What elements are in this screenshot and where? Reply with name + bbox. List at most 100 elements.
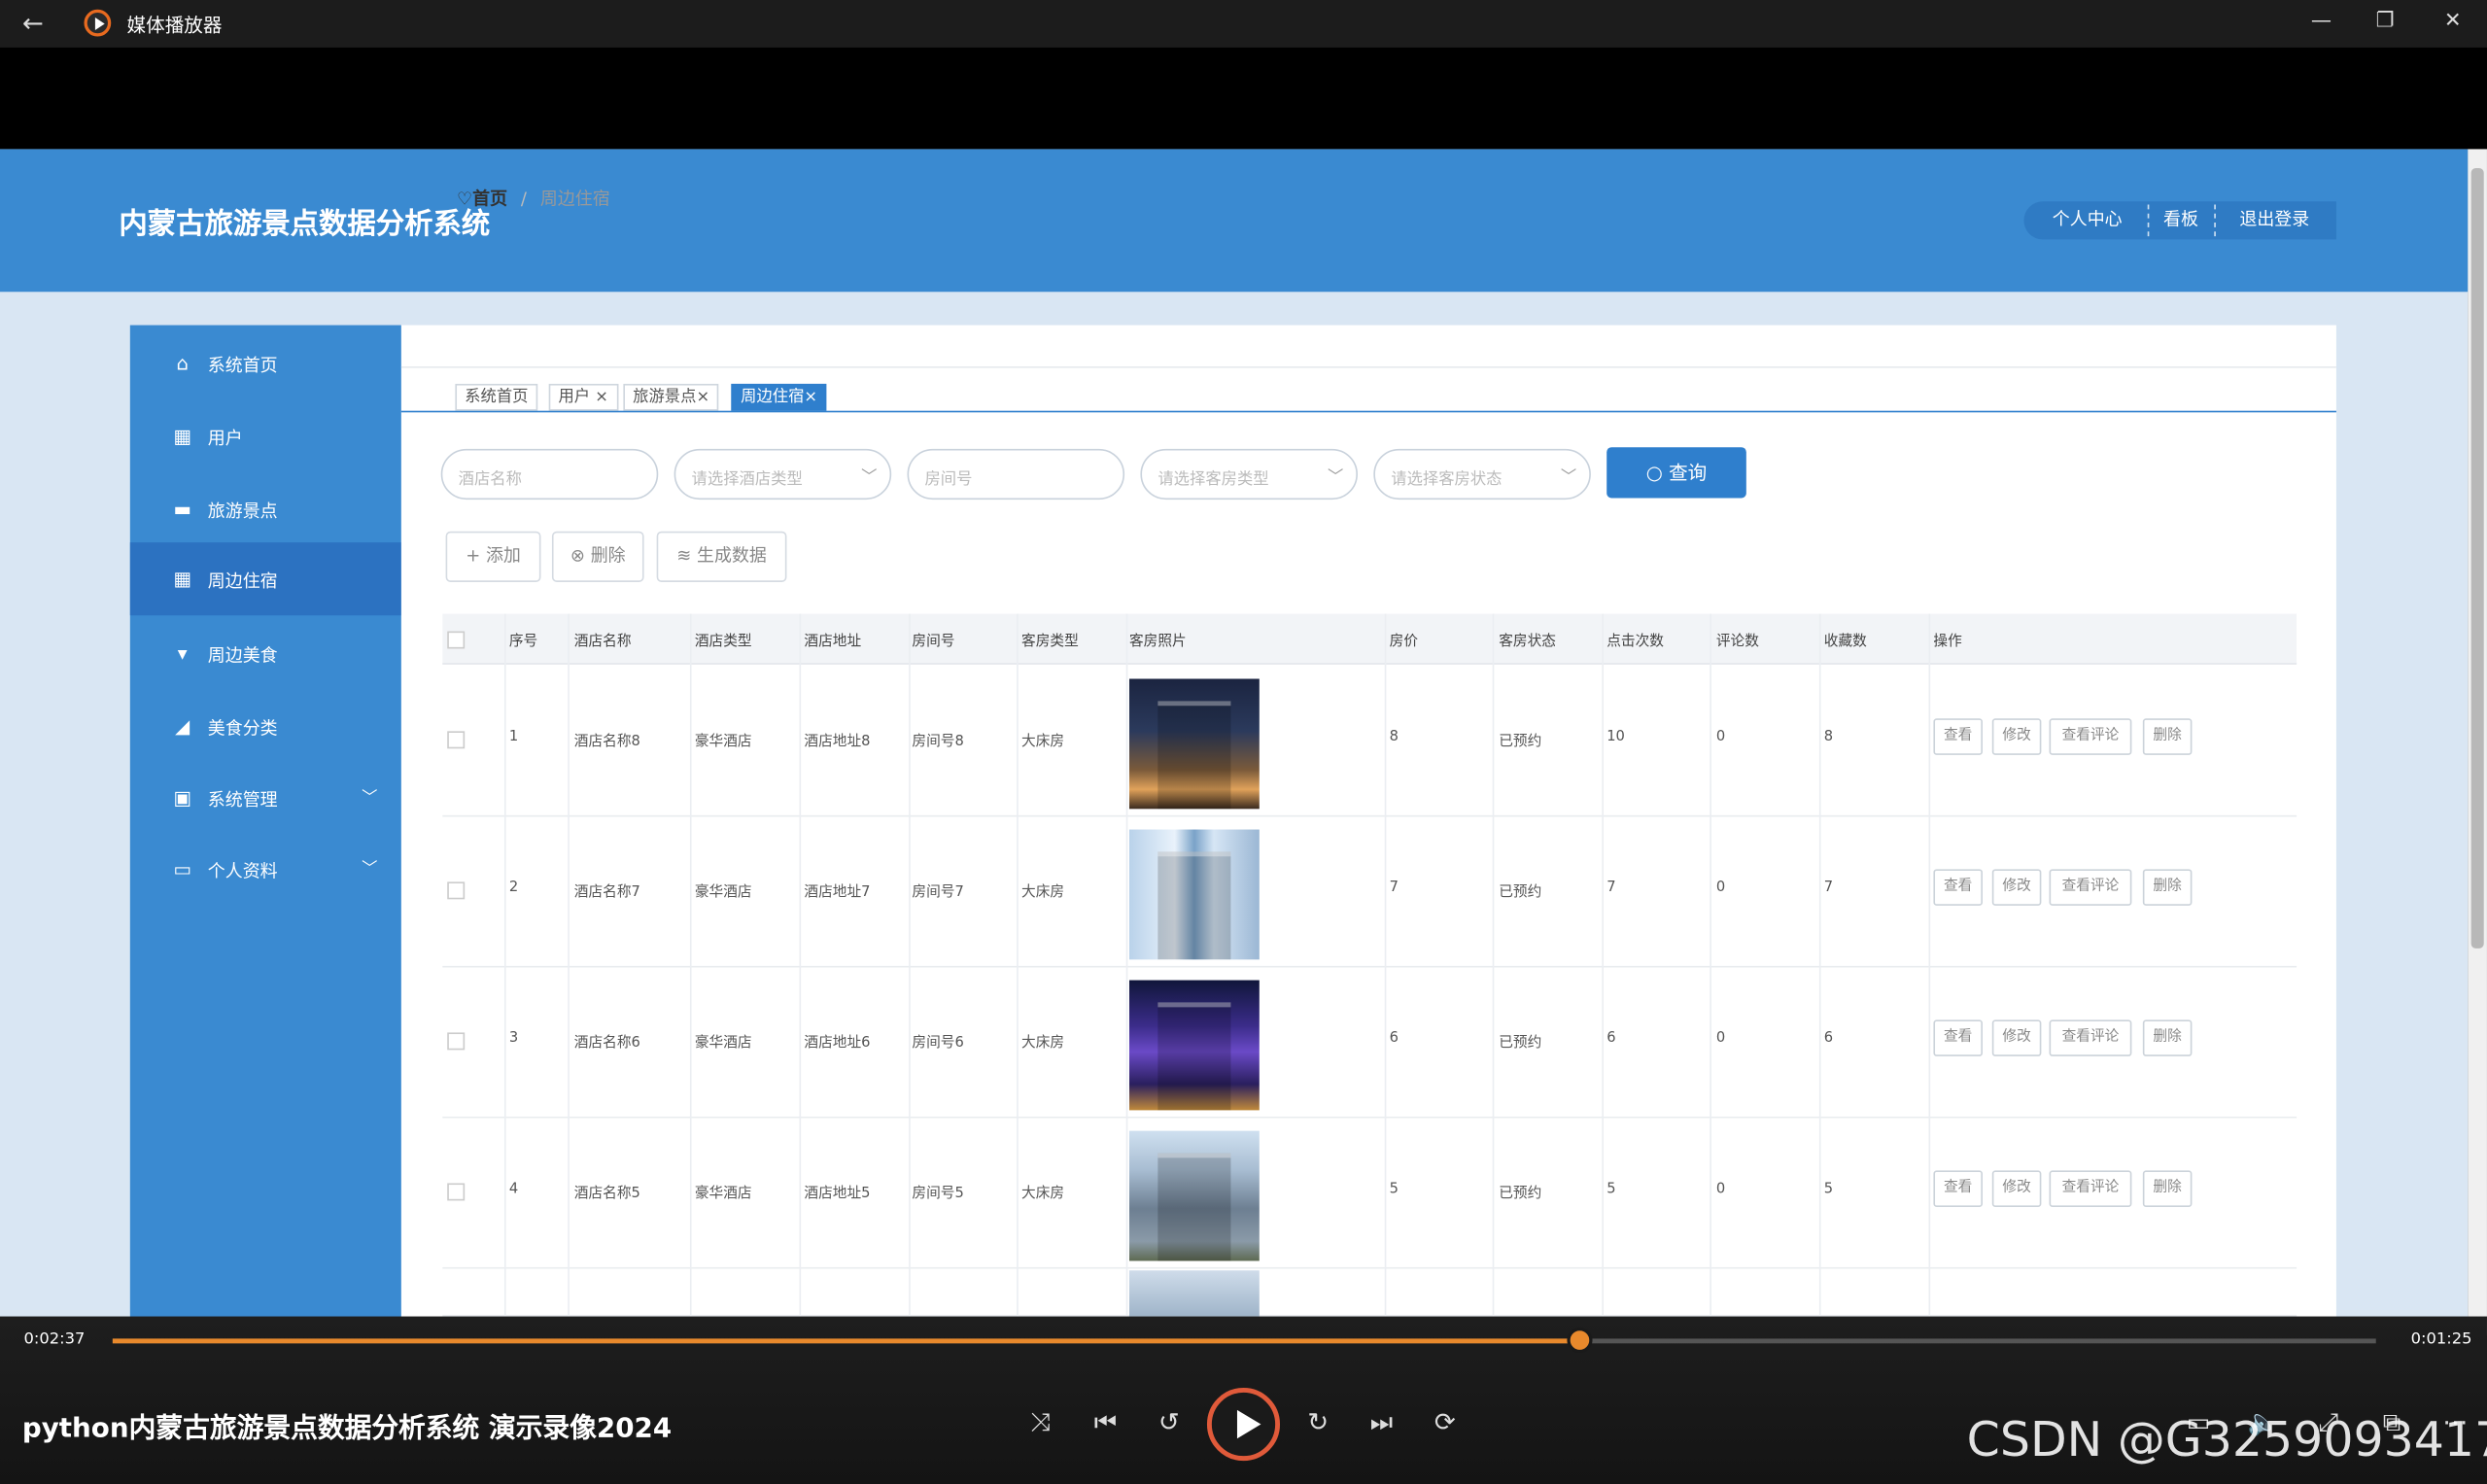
forward-30-icon[interactable]: ↻	[1300, 1407, 1335, 1437]
edit-button[interactable]: 修改	[1991, 1019, 2042, 1056]
current-time: 0:02:37	[23, 1330, 86, 1349]
sidebar-item-system[interactable]: ▣ 系统管理 ﹀	[130, 761, 401, 834]
view-comments-button[interactable]: 查看评论	[2049, 1170, 2132, 1207]
view-comments-button[interactable]: 查看评论	[2049, 1019, 2132, 1056]
table-row	[442, 1268, 2297, 1317]
table-cell-room: 房间号6	[912, 1035, 964, 1053]
column-line	[1492, 613, 1495, 1317]
minimize-icon[interactable]: —	[2311, 10, 2332, 33]
table-cell-type: 豪华酒店	[694, 1035, 752, 1053]
view-button[interactable]: 查看	[1933, 869, 1983, 906]
room-photo[interactable]	[1128, 829, 1260, 960]
edit-button[interactable]: 修改	[1991, 869, 2042, 906]
column-line	[689, 613, 692, 1317]
sidebar-item-food-category[interactable]: ◢ 美食分类	[130, 690, 401, 763]
hotel-type-select[interactable]: 请选择酒店类型 ﹀	[674, 448, 892, 500]
rewind-10-icon[interactable]: ↺	[1152, 1407, 1187, 1437]
sidebar-item-profile[interactable]: ▭ 个人资料 ﹀	[130, 833, 401, 906]
photo-building	[1157, 1153, 1231, 1261]
sidebar-item-food[interactable]: ▾ 周边美食	[130, 617, 401, 690]
close-icon[interactable]: ×	[696, 389, 709, 406]
edit-button[interactable]: 修改	[1991, 1170, 2042, 1207]
delete-row-button[interactable]: 删除	[2142, 1170, 2193, 1207]
table-cell-rtype: 大床房	[1021, 734, 1065, 750]
close-icon[interactable]: ×	[595, 389, 608, 406]
edit-button[interactable]: 修改	[1991, 718, 2042, 755]
query-label: 查询	[1669, 461, 1708, 484]
tab-attractions[interactable]: 旅游景点×	[623, 383, 719, 411]
delete-row-button[interactable]: 删除	[2142, 869, 2193, 906]
shuffle-icon[interactable]: ⤨	[1023, 1407, 1058, 1439]
room-type-select[interactable]: 请选择客房类型 ﹀	[1140, 448, 1358, 500]
room-photo[interactable]	[1128, 1270, 1260, 1317]
delete-row-button[interactable]: 删除	[2142, 1019, 2193, 1056]
delete-row-button[interactable]: 删除	[2142, 718, 2193, 755]
sidebar-item-home[interactable]: ⌂ 系统首页	[130, 327, 401, 399]
food-icon: ◢	[175, 715, 190, 738]
tab-label: 系统首页	[465, 388, 529, 406]
sidebar-item-lodging[interactable]: ▦ 周边住宿	[129, 542, 401, 616]
column-header: 客房状态	[1499, 634, 1557, 651]
add-button[interactable]: + 添加	[445, 531, 541, 582]
row-checkbox[interactable]	[447, 731, 466, 749]
delete-button[interactable]: ⊗ 删除	[551, 531, 644, 582]
photo-building	[1157, 1002, 1231, 1111]
repeat-off-icon[interactable]: ⟳	[1428, 1407, 1463, 1437]
room-number-input[interactable]: 房间号	[907, 448, 1125, 500]
table-cell-no: 2	[508, 880, 519, 897]
play-button[interactable]	[1206, 1388, 1281, 1462]
nav-logout[interactable]: 退出登录	[2218, 201, 2332, 239]
table-cell-clicks: 10	[1606, 729, 1625, 746]
view-button[interactable]: 查看	[1933, 718, 1983, 755]
nav-personal-center[interactable]: 个人中心	[2030, 201, 2145, 239]
delete-label: 删除	[590, 545, 626, 567]
generate-data-button[interactable]: ≋ 生成数据	[656, 531, 787, 582]
view-button[interactable]: 查看	[1933, 1170, 1983, 1207]
seek-handle[interactable]	[1566, 1327, 1593, 1354]
view-comments-button[interactable]: 查看评论	[2049, 718, 2132, 755]
room-photo[interactable]	[1128, 678, 1260, 810]
scrollbar-thumb[interactable]	[2470, 167, 2484, 949]
photo-building	[1157, 851, 1231, 960]
room-photo[interactable]	[1128, 1130, 1260, 1261]
view-button[interactable]: 查看	[1933, 1019, 1983, 1056]
table-cell-name: 酒店名称8	[573, 734, 640, 750]
table-cell-favs: 5	[1823, 1181, 1834, 1198]
previous-icon[interactable]: ⏮	[1088, 1407, 1123, 1439]
sidebar-item-users[interactable]: ▦ 用户	[130, 399, 401, 472]
tab-users[interactable]: 用户 ×	[548, 383, 618, 411]
nav-dashboard[interactable]: 看板	[2151, 201, 2211, 239]
cup-icon: ▾	[177, 641, 188, 665]
row-checkbox[interactable]	[447, 1032, 466, 1051]
breadcrumb-home[interactable]: 首页	[472, 189, 507, 209]
database-icon: ≋	[676, 545, 692, 567]
table-cell-type: 豪华酒店	[694, 884, 752, 901]
table-cell-rtype: 大床房	[1021, 884, 1065, 901]
table-cell-clicks: 7	[1606, 880, 1616, 897]
query-button[interactable]: ○ 查询	[1606, 447, 1746, 499]
next-icon[interactable]: ⏭	[1364, 1407, 1399, 1439]
table-cell-comments: 0	[1715, 1181, 1726, 1198]
close-icon[interactable]: ✕	[2444, 10, 2462, 33]
select-all-checkbox[interactable]	[447, 631, 466, 649]
tab-home[interactable]: 系统首页	[455, 383, 538, 411]
chevron-down-icon: ﹀	[1560, 469, 1577, 488]
tab-lodging[interactable]: 周边住宿×	[731, 383, 827, 411]
table-cell-status: 已预约	[1499, 884, 1542, 901]
hotel-name-input[interactable]: 酒店名称	[440, 448, 659, 500]
row-checkbox[interactable]	[447, 881, 466, 900]
room-photo[interactable]	[1128, 980, 1260, 1111]
view-comments-button[interactable]: 查看评论	[2049, 869, 2132, 906]
site-title: 内蒙古旅游景点数据分析系统	[119, 207, 491, 242]
row-checkbox[interactable]	[447, 1183, 466, 1201]
restore-icon[interactable]: ❐	[2376, 10, 2395, 33]
sidebar-item-attractions[interactable]: ▬ 旅游景点	[130, 472, 401, 545]
column-header: 房价	[1389, 634, 1419, 651]
room-status-select[interactable]: 请选择客房状态 ﹀	[1373, 448, 1591, 500]
back-arrow-icon[interactable]: ←	[22, 8, 44, 38]
column-line	[503, 613, 506, 1317]
column-line	[1384, 613, 1387, 1317]
column-header: 客房类型	[1021, 634, 1079, 651]
close-icon[interactable]: ×	[804, 389, 817, 406]
column-header: 酒店类型	[694, 634, 752, 651]
